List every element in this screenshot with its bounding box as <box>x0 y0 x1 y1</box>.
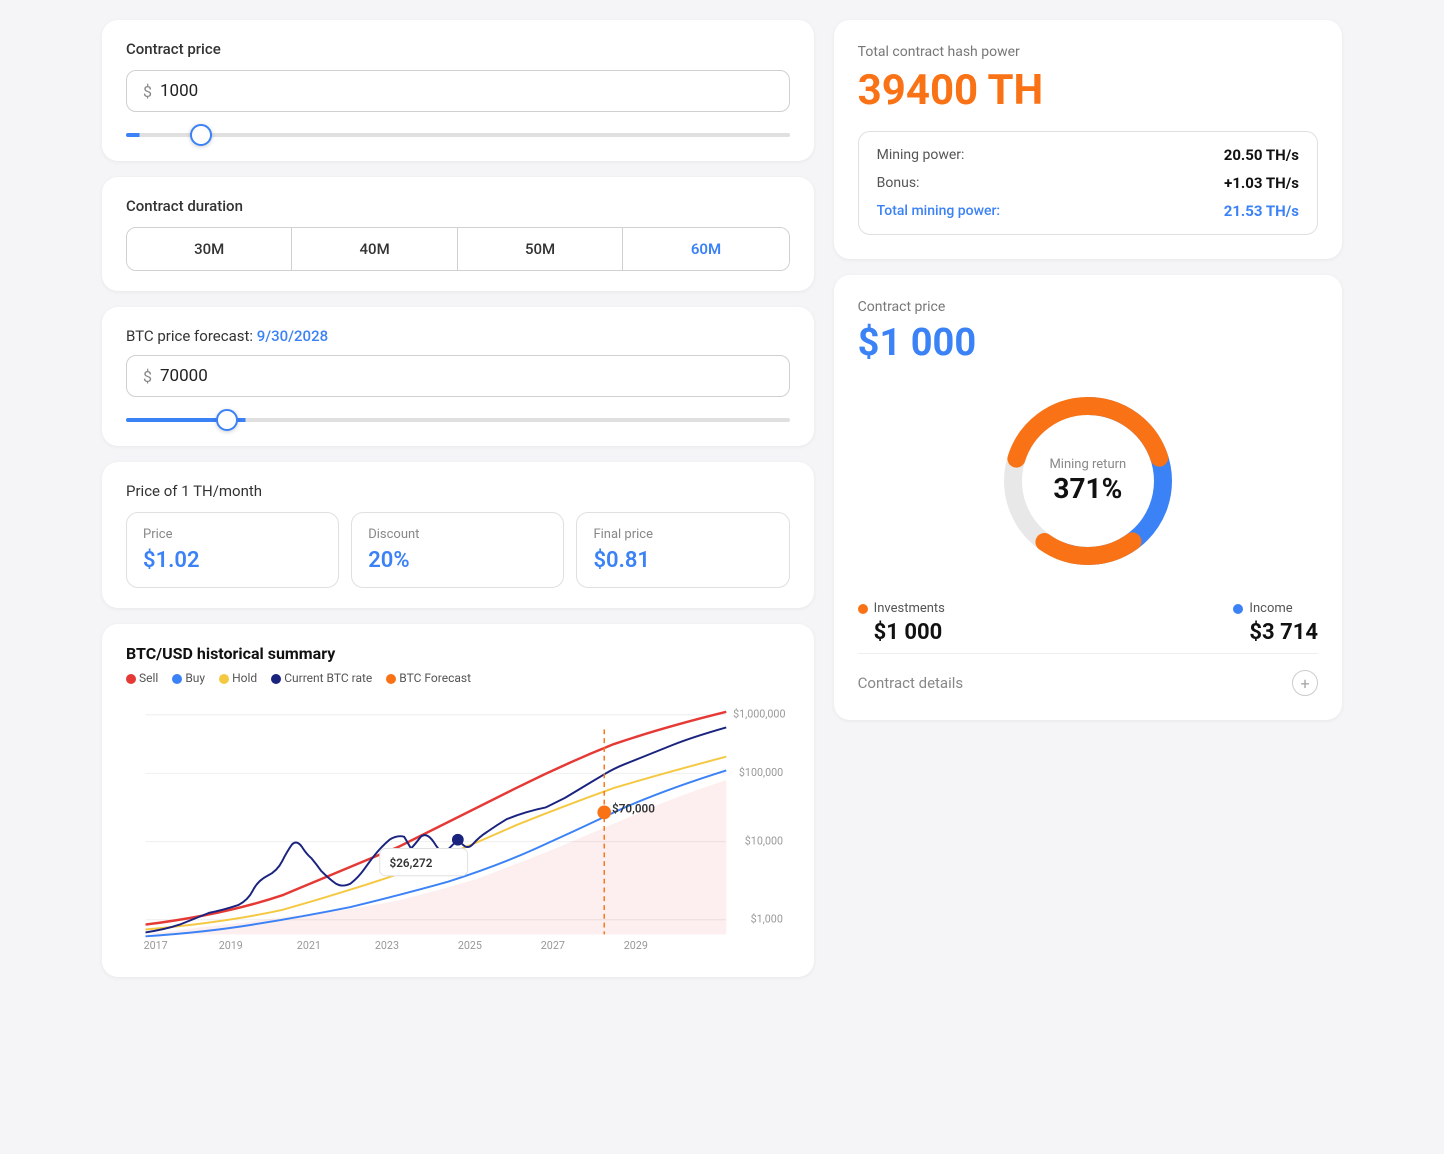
svg-text:2019: 2019 <box>219 939 243 952</box>
th-price-card: Price of 1 TH/month Price $1.02 Discount… <box>102 462 814 608</box>
bonus-value: +1.03 TH/s <box>1224 174 1299 192</box>
hash-power-value: 39400 TH <box>858 66 1318 115</box>
duration-50m[interactable]: 50M <box>458 228 623 270</box>
mining-info-box: Mining power: 20.50 TH/s Bonus: +1.03 TH… <box>858 131 1318 235</box>
legend-btc-forecast: BTC Forecast <box>386 671 471 685</box>
bonus-label: Bonus: <box>877 175 920 191</box>
svg-text:2023: 2023 <box>375 939 399 952</box>
th-price-cell-label: Price <box>143 527 322 542</box>
th-final-cell-label: Final price <box>593 527 772 542</box>
th-price-grid: Price $1.02 Discount 20% Final price $0.… <box>126 512 790 588</box>
cp-value: $1 000 <box>858 321 1318 365</box>
income-dot <box>1233 604 1243 614</box>
income-label-text: Income <box>1249 601 1292 616</box>
btc-forecast-value: 70000 <box>160 366 208 386</box>
svg-text:2027: 2027 <box>541 939 565 952</box>
total-mining-label: Total mining power: <box>877 203 1000 219</box>
contract-price-card: Contract price $ 1000 <box>102 20 814 161</box>
svg-text:$10,000: $10,000 <box>745 835 783 848</box>
chart-card: BTC/USD historical summary Sell Buy Hold… <box>102 624 814 977</box>
investments-label-text: Investments <box>874 601 945 616</box>
donut-center: Mining return 371% <box>1049 457 1126 505</box>
btc-forecast-date[interactable]: 9/30/2028 <box>257 327 328 345</box>
hash-power-title: Total contract hash power <box>858 44 1318 60</box>
svg-text:$1,000,000: $1,000,000 <box>733 708 785 721</box>
contract-price-slider[interactable] <box>126 133 790 137</box>
btc-forecast-label: BTC price forecast: 9/30/2028 <box>126 327 790 345</box>
duration-60m[interactable]: 60M <box>623 228 788 270</box>
chart-area: $1,000,000 $100,000 $10,000 $1,000 <box>126 697 790 957</box>
svg-text:$100,000: $100,000 <box>739 766 783 779</box>
income-item: Income $3 714 <box>1233 601 1318 645</box>
donut-container: Mining return 371% <box>858 381 1318 581</box>
svg-text:2021: 2021 <box>297 939 321 952</box>
bonus-row: Bonus: +1.03 TH/s <box>877 174 1299 192</box>
total-mining-value: 21.53 TH/s <box>1224 202 1299 220</box>
legend-buy: Buy <box>172 671 205 685</box>
contract-details-row: Contract details + <box>858 653 1318 696</box>
contract-duration-card: Contract duration 30M 40M 50M 60M <box>102 177 814 291</box>
btc-dollar-sign: $ <box>143 367 152 386</box>
donut-label: Mining return <box>1049 457 1126 472</box>
total-mining-row: Total mining power: 21.53 TH/s <box>877 202 1299 220</box>
investments-item: Investments $1 000 <box>858 601 945 645</box>
legend-hold: Hold <box>219 671 257 685</box>
right-panel: Total contract hash power 39400 TH Minin… <box>834 20 1342 977</box>
th-discount-cell-value: 20% <box>368 548 547 573</box>
chart-title: BTC/USD historical summary <box>126 644 790 663</box>
svg-text:2017: 2017 <box>144 939 168 952</box>
contract-price-input-box: $ 1000 <box>126 70 790 112</box>
hash-power-card: Total contract hash power 39400 TH Minin… <box>834 20 1342 259</box>
contract-details-label: Contract details <box>858 674 963 692</box>
legend-sell: Sell <box>126 671 158 685</box>
chart-legend: Sell Buy Hold Current BTC rate BTC Forec… <box>126 671 790 685</box>
mining-power-label: Mining power: <box>877 147 965 163</box>
investments-label: Investments <box>858 601 945 616</box>
svg-text:2025: 2025 <box>458 939 482 952</box>
contract-details-expand-button[interactable]: + <box>1292 670 1318 696</box>
btc-forecast-card: BTC price forecast: 9/30/2028 $ 70000 <box>102 307 814 446</box>
left-panel: Contract price $ 1000 Contract duration … <box>102 20 814 977</box>
th-discount-cell-label: Discount <box>368 527 547 542</box>
mining-power-value: 20.50 TH/s <box>1224 146 1299 164</box>
duration-30m[interactable]: 30M <box>127 228 292 270</box>
contract-duration-label: Contract duration <box>126 197 790 215</box>
svg-text:$26,272: $26,272 <box>390 856 433 870</box>
th-price-cell: Price $1.02 <box>126 512 339 588</box>
duration-grid: 30M 40M 50M 60M <box>126 227 790 271</box>
contract-price-label: Contract price <box>126 40 790 58</box>
income-value: $3 714 <box>1233 620 1318 645</box>
duration-40m[interactable]: 40M <box>292 228 457 270</box>
income-label: Income <box>1233 601 1318 616</box>
th-discount-cell: Discount 20% <box>351 512 564 588</box>
btc-forecast-slider[interactable] <box>126 418 790 422</box>
contract-price-section: Contract price $1 000 Mining return 371% <box>834 275 1342 720</box>
price-of-th-label: Price of 1 TH/month <box>126 482 790 500</box>
cp-label: Contract price <box>858 299 1318 315</box>
btc-forecast-input-box: $ 70000 <box>126 355 790 397</box>
svg-text:$1,000: $1,000 <box>751 913 783 926</box>
investments-value: $1 000 <box>858 620 945 645</box>
invest-income-row: Investments $1 000 Income $3 714 <box>858 601 1318 645</box>
investments-dot <box>858 604 868 614</box>
donut-value: 371% <box>1049 472 1126 505</box>
svg-text:2029: 2029 <box>624 939 648 952</box>
contract-price-input-value: 1000 <box>160 81 198 101</box>
mining-power-row: Mining power: 20.50 TH/s <box>877 146 1299 164</box>
svg-text:$70,000: $70,000 <box>612 801 655 815</box>
th-price-cell-value: $1.02 <box>143 548 322 573</box>
dollar-sign: $ <box>143 82 152 101</box>
chart-svg: $1,000,000 $100,000 $10,000 $1,000 <box>126 697 790 957</box>
th-final-cell: Final price $0.81 <box>576 512 789 588</box>
main-container: Contract price $ 1000 Contract duration … <box>102 20 1342 977</box>
legend-current-btc: Current BTC rate <box>271 671 372 685</box>
th-final-cell-value: $0.81 <box>593 548 772 573</box>
